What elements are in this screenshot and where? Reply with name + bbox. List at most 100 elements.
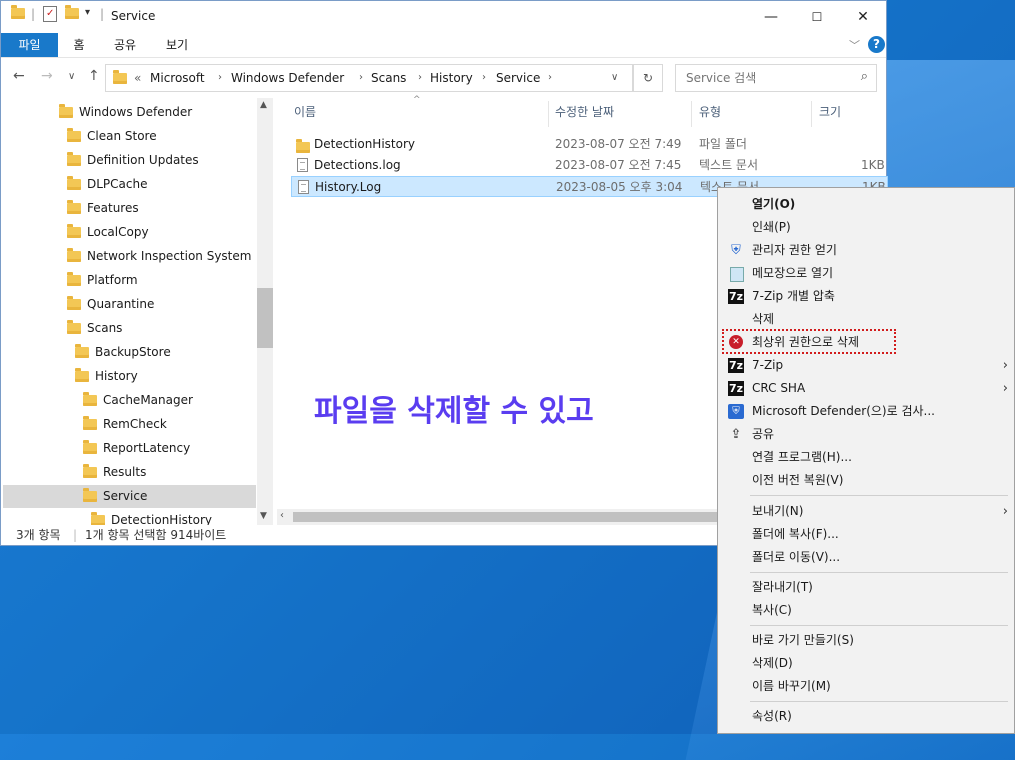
- file-size: 1KB: [861, 158, 885, 172]
- file-list-scrollbar-thumb[interactable]: [293, 512, 718, 522]
- scroll-left-icon[interactable]: ‹: [280, 510, 284, 521]
- maximize-button[interactable]: ☐: [794, 1, 840, 33]
- 7zip-icon: 7z: [728, 289, 744, 304]
- file-row[interactable]: DetectionHistory 2023-08-07 오전 7:49 파일 폴…: [291, 134, 888, 155]
- address-history-dropdown-icon[interactable]: ∨: [611, 72, 618, 83]
- breadcrumb-overflow[interactable]: «: [134, 71, 141, 85]
- tree-item-label: Features: [87, 201, 139, 215]
- properties-icon[interactable]: ✓: [43, 6, 57, 22]
- chevron-right-icon[interactable]: ›: [482, 72, 486, 83]
- breadcrumb-history[interactable]: History: [430, 71, 473, 85]
- column-divider[interactable]: [548, 101, 549, 127]
- tab-home[interactable]: 홈: [65, 33, 93, 57]
- notepad-icon: [730, 267, 744, 282]
- up-arrow-icon[interactable]: ↑: [88, 68, 100, 84]
- menu-item-7zip-compress[interactable]: 7z 7-Zip 개별 압축: [718, 285, 1014, 308]
- new-folder-icon[interactable]: [65, 5, 79, 26]
- tree-item-label: RemCheck: [103, 417, 167, 431]
- breadcrumb-scans[interactable]: Scans: [371, 71, 406, 85]
- scroll-down-icon[interactable]: ▼: [260, 511, 267, 521]
- menu-separator: [750, 701, 1008, 702]
- chevron-right-icon[interactable]: ›: [218, 72, 222, 83]
- column-header-date[interactable]: 수정한 날짜: [555, 98, 614, 126]
- tree-item-label: Network Inspection System: [87, 249, 252, 263]
- column-divider[interactable]: [811, 101, 812, 127]
- menu-item-defender-scan[interactable]: ⛨ Microsoft Defender(으)로 검사...: [718, 400, 1014, 423]
- scroll-up-icon[interactable]: ▲: [260, 100, 267, 110]
- column-header-size[interactable]: 크기: [819, 98, 841, 126]
- file-date: 2023-08-05 오후 3:04: [556, 180, 683, 194]
- submenu-arrow-icon: ›: [1002, 504, 1008, 519]
- folder-icon: [11, 5, 25, 26]
- forward-arrow-icon[interactable]: →: [41, 68, 53, 84]
- tree-item-label: Quarantine: [87, 297, 155, 311]
- menu-item-create-shortcut[interactable]: 바로 가기 만들기(S): [718, 629, 1014, 652]
- status-item-count: 3개 항목: [16, 528, 61, 542]
- menu-item-delete-d[interactable]: 삭제(D): [718, 652, 1014, 675]
- customize-toolbar-icon[interactable]: ▾: [85, 7, 90, 25]
- expand-ribbon-icon[interactable]: ﹀: [849, 37, 860, 53]
- tree-item-label: LocalCopy: [87, 225, 149, 239]
- menu-item-send-to[interactable]: 보내기(N) ›: [718, 500, 1014, 523]
- menu-item-delete-as-trustedinstaller[interactable]: ✕ 최상위 권한으로 삭제: [718, 331, 1014, 354]
- close-button[interactable]: ✕: [840, 1, 886, 33]
- menu-item-crc-sha[interactable]: 7z CRC SHA ›: [718, 377, 1014, 400]
- menu-item-share[interactable]: ⇪ 공유: [718, 423, 1014, 446]
- menu-item-print[interactable]: 인쇄(P): [718, 216, 1014, 239]
- menu-item-delete[interactable]: 삭제: [718, 308, 1014, 331]
- recent-locations-icon[interactable]: ∨: [68, 71, 75, 82]
- tree-item-label: Scans: [87, 321, 123, 335]
- chevron-right-icon[interactable]: ›: [548, 72, 552, 83]
- tab-file[interactable]: 파일: [1, 33, 58, 57]
- address-bar[interactable]: « Microsoft › Windows Defender › Scans ›…: [105, 64, 633, 92]
- separator: |: [31, 7, 36, 21]
- back-arrow-icon[interactable]: ←: [13, 68, 25, 84]
- tab-share[interactable]: 공유: [105, 33, 145, 57]
- tree-item-label: DetectionHistory: [111, 513, 212, 525]
- folder-icon: [113, 70, 127, 87]
- menu-separator: [750, 495, 1008, 496]
- tree-item-label: Clean Store: [87, 129, 157, 143]
- search-icon[interactable]: ⌕: [861, 69, 868, 84]
- file-list-scrollbar[interactable]: ‹: [277, 509, 718, 525]
- menu-item-7zip[interactable]: 7z 7-Zip ›: [718, 354, 1014, 377]
- chevron-right-icon[interactable]: ›: [359, 72, 363, 83]
- tab-view[interactable]: 보기: [157, 33, 197, 57]
- search-input[interactable]: [684, 70, 848, 86]
- tree-scrollbar-thumb[interactable]: [257, 288, 273, 348]
- breadcrumb-service[interactable]: Service: [496, 71, 540, 85]
- menu-item-open[interactable]: 열기(O): [718, 193, 1014, 216]
- help-icon[interactable]: ?: [868, 36, 885, 53]
- menu-item-properties[interactable]: 속성(R): [718, 705, 1014, 728]
- breadcrumb-windows-defender[interactable]: Windows Defender: [231, 71, 344, 85]
- column-header-name[interactable]: 이름: [294, 98, 316, 126]
- breadcrumb-microsoft[interactable]: Microsoft: [150, 71, 205, 85]
- menu-item-copy-to-folder[interactable]: 폴더에 복사(F)...: [718, 523, 1014, 546]
- minimize-button[interactable]: —: [748, 1, 794, 33]
- menu-item-cut[interactable]: 잘라내기(T): [718, 576, 1014, 599]
- column-header-type[interactable]: 유형: [699, 98, 721, 126]
- chevron-right-icon[interactable]: ›: [418, 72, 422, 83]
- tree-item-label: BackupStore: [95, 345, 171, 359]
- menu-item-rename[interactable]: 이름 바꾸기(M): [718, 675, 1014, 698]
- tree-item-label: Definition Updates: [87, 153, 199, 167]
- search-box[interactable]: ⌕: [675, 64, 877, 92]
- tree-scrollbar[interactable]: ▲ ▼: [257, 98, 273, 525]
- text-file-icon: [297, 158, 308, 172]
- tree-item-label: History: [95, 369, 138, 383]
- file-name: History.Log: [315, 180, 382, 194]
- menu-item-open-with[interactable]: 연결 프로그램(H)...: [718, 446, 1014, 469]
- menu-item-take-ownership[interactable]: ⛨ 관리자 권한 얻기: [718, 239, 1014, 262]
- navigation-bar: ← → ∨ ↑ « Microsoft › Windows Defender ›…: [1, 58, 886, 98]
- menu-item-copy[interactable]: 복사(C): [718, 599, 1014, 622]
- column-divider[interactable]: [691, 101, 692, 127]
- submenu-arrow-icon: ›: [1002, 358, 1008, 373]
- menu-item-open-notepad[interactable]: 메모장으로 열기: [718, 262, 1014, 285]
- menu-item-restore-previous[interactable]: 이전 버전 복원(V): [718, 469, 1014, 492]
- menu-item-move-to-folder[interactable]: 폴더로 이동(V)...: [718, 546, 1014, 569]
- file-row[interactable]: Detections.log 2023-08-07 오전 7:45 텍스트 문서…: [291, 155, 888, 176]
- tree-item-label: CacheManager: [103, 393, 193, 407]
- status-selection: 1개 항목 선택함 914바이트: [85, 528, 227, 542]
- refresh-icon[interactable]: ↻: [633, 64, 663, 92]
- tree-item-label: Platform: [87, 273, 138, 287]
